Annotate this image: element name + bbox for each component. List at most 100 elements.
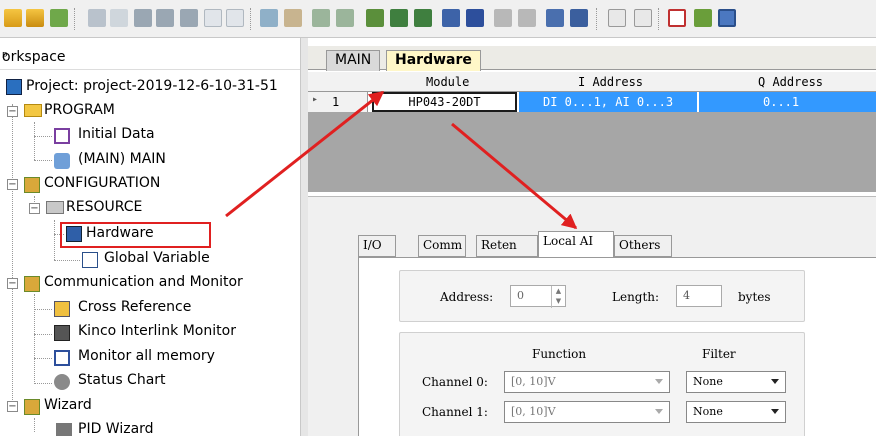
address-spinner-icon[interactable]: ▲ ▼ bbox=[551, 286, 565, 308]
toggle-icon[interactable] bbox=[50, 9, 68, 27]
open-folder-icon[interactable] bbox=[4, 9, 22, 27]
redo-icon[interactable] bbox=[226, 9, 244, 27]
tab-comm[interactable]: Comm bbox=[418, 235, 466, 257]
address-group: Address: 0 ▲ ▼ Length: 4 bytes bbox=[399, 270, 805, 322]
tree-item-label: Kinco Interlink Monitor bbox=[78, 323, 236, 339]
tree-item-label: Initial Data bbox=[78, 126, 155, 142]
tree-item-initial-data[interactable]: Initial Data bbox=[0, 124, 300, 148]
chevron-down-icon bbox=[655, 409, 663, 414]
cross-ref-icon bbox=[54, 301, 70, 317]
window-split-icon[interactable] bbox=[694, 9, 712, 27]
open-icon[interactable] bbox=[26, 9, 44, 27]
tab-local-ai[interactable]: Local AI bbox=[538, 231, 614, 258]
row-number: 1 bbox=[332, 95, 340, 109]
tree-item-wizard[interactable]: − Wizard bbox=[0, 395, 300, 419]
tree-item-monitor-memory[interactable]: Monitor all memory bbox=[0, 346, 300, 370]
collapse-icon[interactable]: − bbox=[7, 106, 18, 117]
tab-others[interactable]: Others bbox=[614, 235, 672, 257]
tab-reten[interactable]: Reten bbox=[476, 235, 538, 257]
toolbar-separator bbox=[596, 8, 598, 30]
tree-item-program[interactable]: − PROGRAM bbox=[0, 100, 300, 124]
tree-item-status-chart[interactable]: Status Chart bbox=[0, 370, 300, 394]
tree-item-label: Project: project-2019-12-6-10-31-51 bbox=[26, 78, 278, 94]
variable-icon bbox=[82, 252, 98, 268]
doc-alt-icon[interactable] bbox=[634, 9, 652, 27]
workspace-splitter[interactable] bbox=[300, 38, 308, 436]
status-chart-icon bbox=[54, 374, 70, 390]
collapse-icon[interactable]: − bbox=[29, 203, 40, 214]
undo-icon[interactable] bbox=[204, 9, 222, 27]
address-input[interactable]: 0 ▲ ▼ bbox=[510, 285, 566, 308]
address-label: Address: bbox=[440, 290, 494, 304]
document-tab-bar: MAIN Hardware bbox=[308, 46, 876, 71]
window-icon[interactable] bbox=[668, 9, 686, 27]
tree-item-pid-wizard[interactable]: PID Wizard bbox=[0, 419, 300, 436]
channel-0-label: Channel 0: bbox=[422, 375, 488, 389]
table-row[interactable]: ▸ 1 HP043-20DT DI 0...1, AI 0...3 0...1 bbox=[308, 92, 876, 112]
column-header-i-address[interactable]: I Address bbox=[578, 75, 643, 89]
tree-item-global-variable[interactable]: Global Variable bbox=[0, 248, 300, 272]
network-alt-icon[interactable] bbox=[336, 9, 354, 27]
collapse-icon[interactable]: − bbox=[7, 278, 18, 289]
tree-item-configuration[interactable]: − CONFIGURATION bbox=[0, 173, 300, 197]
tree-item-label: (MAIN) MAIN bbox=[78, 151, 166, 167]
table-edit-icon[interactable] bbox=[546, 9, 564, 27]
tab-io[interactable]: I/O bbox=[358, 235, 396, 257]
hardware-property-panel: I/O Comm Reten Local AI Others Address: … bbox=[308, 196, 876, 436]
lock-alt-icon[interactable] bbox=[518, 9, 536, 27]
column-header-module[interactable]: Module bbox=[426, 75, 469, 89]
tree-item-cross-reference[interactable]: Cross Reference bbox=[0, 297, 300, 321]
compile-all-icon[interactable] bbox=[284, 9, 302, 27]
paste-special-icon[interactable] bbox=[156, 9, 174, 27]
tab-main[interactable]: MAIN bbox=[326, 50, 381, 71]
collapse-icon[interactable]: − bbox=[7, 179, 18, 190]
config-icon bbox=[24, 276, 40, 292]
doc-icon[interactable] bbox=[608, 9, 626, 27]
paste-icon[interactable] bbox=[134, 9, 152, 27]
window-active-icon[interactable] bbox=[718, 9, 736, 27]
channel-0-filter-select[interactable]: None bbox=[686, 371, 786, 393]
tree-item-main[interactable]: (MAIN) MAIN bbox=[0, 149, 300, 173]
cut-icon[interactable] bbox=[88, 9, 106, 27]
paste-alt-icon[interactable] bbox=[180, 9, 198, 27]
chevron-down-icon bbox=[771, 409, 779, 414]
pin-icon[interactable]: ᵖ bbox=[2, 49, 8, 65]
cell-i-address[interactable]: DI 0...1, AI 0...3 bbox=[519, 92, 697, 112]
toolbar-separator bbox=[74, 8, 76, 30]
tree-item-resource[interactable]: − RESOURCE bbox=[0, 197, 300, 221]
tree-item-interlink-monitor[interactable]: Kinco Interlink Monitor bbox=[0, 321, 300, 345]
cell-q-address[interactable]: 0...1 bbox=[699, 92, 876, 112]
local-ai-page: Address: 0 ▲ ▼ Length: 4 bytes Function F… bbox=[358, 257, 876, 436]
copy-icon[interactable] bbox=[110, 9, 128, 27]
workspace-title: orkspace bbox=[2, 49, 66, 65]
project-icon bbox=[6, 79, 22, 95]
length-input[interactable]: 4 bbox=[676, 285, 722, 307]
memory-icon[interactable] bbox=[570, 9, 588, 27]
download-icon[interactable] bbox=[414, 9, 432, 27]
lock-icon[interactable] bbox=[494, 9, 512, 27]
workspace-header: orkspace ᵖ bbox=[0, 46, 300, 70]
compile-icon[interactable] bbox=[260, 9, 278, 27]
table-icon[interactable] bbox=[466, 9, 484, 27]
bytes-label: bytes bbox=[738, 290, 771, 304]
tree-item-project[interactable]: Project: project-2019-12-6-10-31-51 bbox=[0, 76, 300, 100]
channel-1-filter-select[interactable]: None bbox=[686, 401, 786, 423]
column-header-q-address[interactable]: Q Address bbox=[758, 75, 823, 89]
channel-1-function-select[interactable]: [0, 10]V bbox=[504, 401, 670, 423]
tab-hardware[interactable]: Hardware bbox=[386, 50, 481, 71]
channel-1-filter-value: None bbox=[693, 405, 723, 418]
tree-item-label: Status Chart bbox=[78, 372, 166, 388]
tree-item-communication[interactable]: − Communication and Monitor bbox=[0, 272, 300, 296]
collapse-icon[interactable]: − bbox=[7, 401, 18, 412]
network-icon[interactable] bbox=[312, 9, 330, 27]
glasses-icon[interactable] bbox=[442, 9, 460, 27]
row-header[interactable]: ▸ 1 bbox=[308, 92, 368, 112]
grid-icon[interactable] bbox=[390, 9, 408, 27]
tree-item-label: PROGRAM bbox=[44, 102, 115, 118]
channel-0-filter-value: None bbox=[693, 375, 723, 388]
chart-icon[interactable] bbox=[366, 9, 384, 27]
tree-item-label: Cross Reference bbox=[78, 299, 192, 315]
cell-module[interactable]: HP043-20DT bbox=[372, 92, 517, 112]
cell-i-address-value: DI 0...1, AI 0...3 bbox=[543, 95, 674, 109]
channel-0-function-select[interactable]: [0, 10]V bbox=[504, 371, 670, 393]
